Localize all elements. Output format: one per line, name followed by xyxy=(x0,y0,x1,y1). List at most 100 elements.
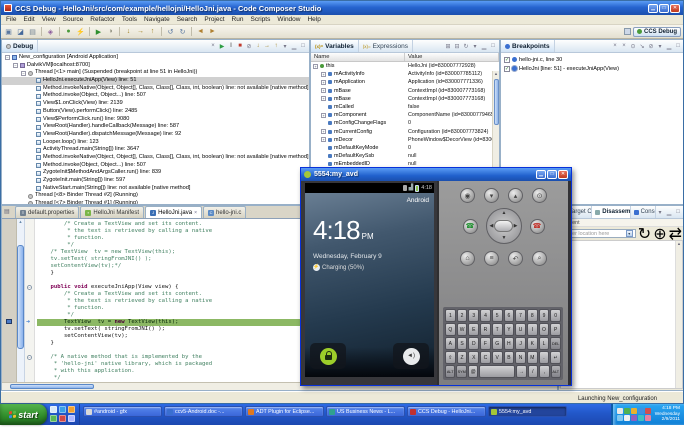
key-5[interactable]: 5 xyxy=(491,309,503,322)
show-type-names-icon[interactable]: ⊞ xyxy=(444,43,452,50)
key-j[interactable]: J xyxy=(515,337,526,350)
maximize-button[interactable]: □ xyxy=(659,3,669,13)
maximize-view-icon[interactable]: □ xyxy=(674,209,682,215)
tree-expander[interactable]: + xyxy=(321,71,326,77)
key-x[interactable]: X xyxy=(468,351,480,364)
key-q[interactable]: Q xyxy=(445,323,456,336)
tray-icon[interactable] xyxy=(630,407,637,414)
title-bar[interactable]: CCS Debug - HelloJni/src/com/example/hel… xyxy=(1,1,683,15)
key-w[interactable]: W xyxy=(456,323,468,336)
key-8[interactable]: 8 xyxy=(526,309,538,322)
key-a[interactable]: A xyxy=(445,337,456,350)
debug-tree-item[interactable]: View$PerformClick.run() line: 9080 xyxy=(2,116,309,124)
key-alt[interactable]: ALT xyxy=(445,365,456,378)
editor-tab-default-properties[interactable]: ≡ default.properties xyxy=(15,206,80,218)
volume-down-button[interactable]: ▾ xyxy=(484,188,499,203)
dpad-up-icon[interactable]: ▲ xyxy=(502,211,507,216)
key-sym[interactable]: @ xyxy=(467,365,479,378)
key-sym[interactable]: / xyxy=(527,365,539,378)
taskbar-clock[interactable]: 4:18 PM Wednesday 2/9/2011 xyxy=(655,406,680,423)
debug-tree-item[interactable]: ActivityThread.main(String[]) line: 3647 xyxy=(2,146,309,154)
step-over-icon[interactable]: → xyxy=(135,26,146,37)
step-into-icon[interactable]: ↓ xyxy=(254,43,262,49)
end-call-button[interactable]: ☎ xyxy=(529,218,545,234)
variable-row[interactable]: + mBase ContextImpl (id=830007773168) xyxy=(311,95,492,103)
perspective-ccs-debug[interactable]: CCS Debug xyxy=(633,26,681,37)
menu-view[interactable]: View xyxy=(42,16,56,23)
key-4[interactable]: 4 xyxy=(480,309,491,322)
debug-tree-item[interactable]: HelloJni.executeJniApp(View) line: 51 xyxy=(2,77,309,85)
tree-expander[interactable]: + xyxy=(321,112,326,118)
disassembly-scrollbar[interactable]: ▲ xyxy=(675,241,682,388)
variables-scroll-thumb[interactable] xyxy=(494,79,499,125)
task-button[interactable]: ccv5-Android.doc -... xyxy=(164,406,243,417)
key-m[interactable]: M xyxy=(526,351,538,364)
debug-tree-item[interactable]: View$1.onClick(View) line: 2139 xyxy=(2,100,309,108)
column-value[interactable]: Value xyxy=(405,53,499,61)
debug-tree-item[interactable]: Looper.loop() line: 123 xyxy=(2,139,309,147)
debug-tree-item[interactable]: ViewRoot(Handler).handleCallback(Message… xyxy=(2,123,309,131)
column-name[interactable]: Name xyxy=(311,53,405,61)
redo-icon[interactable]: ↻ xyxy=(177,26,188,37)
key-9[interactable]: 9 xyxy=(538,309,550,322)
quick-launch-icon[interactable] xyxy=(50,406,57,413)
dpad-right-icon[interactable]: ▶ xyxy=(514,224,518,229)
debug-tree-item[interactable]: − DalvikVM[localhost:8700] xyxy=(2,62,309,70)
key-p[interactable]: P xyxy=(550,323,562,336)
editor-tab-hello-jni-c[interactable]: Chello-jni.c xyxy=(203,206,247,218)
debug-tree-item[interactable]: Button(View).performClick() line: 2485 xyxy=(2,108,309,116)
location-combo[interactable]: Enter location here ▾ xyxy=(561,229,636,238)
remove-all-icon[interactable]: × xyxy=(620,43,628,49)
debug-tree-item[interactable]: Method.invoke(Object, Object...) line: 5… xyxy=(2,162,309,170)
task-button[interactable]: #android - gfx xyxy=(83,406,162,417)
forward-icon[interactable]: ► xyxy=(207,26,218,37)
key-space[interactable] xyxy=(479,365,516,378)
tab-debug[interactable]: Debug xyxy=(2,40,39,52)
key-del[interactable]: DEL xyxy=(550,337,562,350)
menu-button[interactable]: ≡ xyxy=(484,251,499,266)
key-r[interactable]: R xyxy=(480,323,491,336)
quick-launch-icon[interactable] xyxy=(68,415,75,422)
go-to-file-icon[interactable]: ↘ xyxy=(638,43,646,50)
tray-icon[interactable] xyxy=(644,407,651,414)
key-sym[interactable]: → xyxy=(516,365,527,378)
step-return-icon[interactable]: ↑ xyxy=(147,26,158,37)
editor-tab-hellojni-manifest[interactable]: ▪ HelloJni Manifest xyxy=(80,206,145,218)
menu-navigate[interactable]: Navigate xyxy=(144,16,170,23)
variable-row[interactable]: + mBase ContextImpl (id=830007773168) xyxy=(311,87,492,95)
skip-all-icon[interactable]: ⊘ xyxy=(647,43,655,50)
variable-row[interactable]: mDefaultKeySsb null xyxy=(311,152,492,160)
view-menu-icon[interactable]: ▾ xyxy=(656,43,664,50)
debug-tree-item[interactable]: ZygoteInit.main(String[]) line: 597 xyxy=(2,177,309,185)
fold-toggle-icon[interactable]: − xyxy=(27,355,32,360)
task-button[interactable]: US Business News - L... xyxy=(326,406,405,417)
menu-source[interactable]: Source xyxy=(63,16,84,23)
key-v[interactable]: V xyxy=(491,351,503,364)
view-stack-icon[interactable]: ▤ xyxy=(4,208,12,216)
back-button[interactable]: ↶ xyxy=(508,251,523,266)
maximize-view-icon[interactable]: □ xyxy=(299,43,307,49)
tab-console[interactable]: Console xyxy=(631,206,656,218)
tray-icon[interactable] xyxy=(616,407,623,414)
task-button[interactable]: 5554:my_avd xyxy=(488,406,567,417)
editor-scroll-thumb[interactable] xyxy=(17,245,24,349)
task-button[interactable]: CCS Debug - HelloJni... xyxy=(407,406,486,417)
menu-scripts[interactable]: Scripts xyxy=(250,16,270,23)
variable-row[interactable]: + mActivityInfo ActivityInfo (id=830007785… xyxy=(311,70,492,78)
variable-row[interactable]: + this HelloJni (id=830007772928) xyxy=(311,62,492,70)
view-menu-icon[interactable]: ▾ xyxy=(656,209,664,216)
key-f[interactable]: F xyxy=(480,337,491,350)
key-u[interactable]: U xyxy=(515,323,526,336)
variable-row[interactable]: mConfigChangeFlags 0 xyxy=(311,119,492,127)
refresh-icon[interactable]: ↻ xyxy=(462,43,470,50)
menu-window[interactable]: Window xyxy=(277,16,300,23)
tray-icon[interactable] xyxy=(616,414,623,421)
terminate-icon[interactable]: ■ xyxy=(236,43,244,49)
key-0[interactable]: 0 xyxy=(550,309,562,322)
tray-icon[interactable] xyxy=(630,414,637,421)
search-button[interactable]: ⌕ xyxy=(532,251,547,266)
key-sym[interactable]: , xyxy=(539,365,550,378)
tab-expressions[interactable]: (x)= Expressions xyxy=(359,40,413,52)
key-y[interactable]: Y xyxy=(503,323,515,336)
tray-icon[interactable] xyxy=(644,414,651,421)
